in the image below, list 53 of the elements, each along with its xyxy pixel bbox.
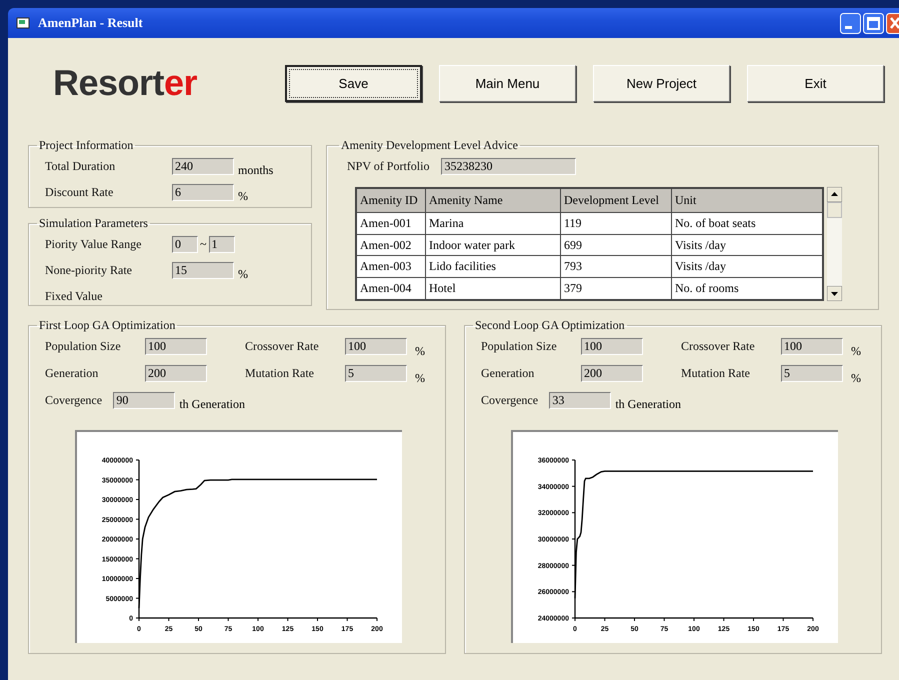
column-header: Amenity Name [426, 188, 560, 212]
table-cell: Amen-003 [356, 256, 426, 278]
field-label: NPV of Portfolio [347, 158, 430, 174]
table-cell: Amen-002 [356, 234, 426, 256]
range-separator: ~ [200, 236, 206, 252]
unit-label: % [238, 266, 248, 282]
table-cell: Amen-004 [356, 278, 426, 300]
group-title: Simulation Parameters [38, 216, 149, 231]
field-label: Crossover Rate [245, 339, 320, 354]
table-cell: No. of boat seats [672, 212, 823, 234]
field-label: Total Duration [45, 158, 116, 174]
field-label: Population Size [45, 339, 122, 354]
column-header: Amenity ID [356, 188, 426, 212]
field-label: Mutation Rate [681, 366, 751, 381]
table-cell: Indoor water park [426, 234, 560, 256]
table-cell: 793 [560, 256, 672, 278]
table-cell: 379 [560, 278, 672, 300]
field-label: None-piority Rate [45, 262, 133, 278]
table-cell: Visits /day [672, 234, 823, 256]
column-header: Development Level [560, 188, 672, 212]
unit-label: % [415, 370, 425, 386]
field-label: Covergence [45, 393, 104, 408]
field-label: Covergence [481, 393, 540, 408]
field-label: Fixed Value [45, 288, 104, 304]
table-cell: No. of rooms [672, 278, 823, 300]
group-title: Amenity Development Level Advice [340, 138, 519, 153]
table-cell: Marina [426, 212, 560, 234]
table-cell: 119 [560, 212, 672, 234]
field-label: Crossover Rate [681, 339, 756, 354]
field-label: Discount Rate [45, 184, 114, 200]
unit-label: % [851, 343, 861, 359]
unit-label: th Generation [615, 396, 681, 412]
unit-label: % [415, 343, 425, 359]
column-header: Unit [672, 188, 823, 212]
field-label: Piority Value Range [45, 236, 142, 252]
table-cell: Visits /day [672, 256, 823, 278]
group-title: First Loop GA Optimization [38, 318, 176, 333]
table-cell: Amen-001 [356, 212, 426, 234]
unit-label: th Generation [179, 396, 245, 412]
field-label: Population Size [481, 339, 558, 354]
unit-label: % [851, 370, 861, 386]
table-cell: Hotel [426, 278, 560, 300]
group-title: Second Loop GA Optimization [474, 318, 626, 333]
unit-label: months [238, 162, 274, 178]
field-label: Generation [45, 366, 100, 381]
window-title: AmenPlan - Result [38, 15, 143, 31]
field-label: Mutation Rate [245, 366, 315, 381]
logo: Resorter [53, 62, 198, 104]
field-label: Generation [481, 366, 536, 381]
group-title: Project Information [38, 138, 134, 153]
unit-label: % [238, 188, 248, 204]
table-cell: 699 [560, 234, 672, 256]
table-cell: Lido facilities [426, 256, 560, 278]
